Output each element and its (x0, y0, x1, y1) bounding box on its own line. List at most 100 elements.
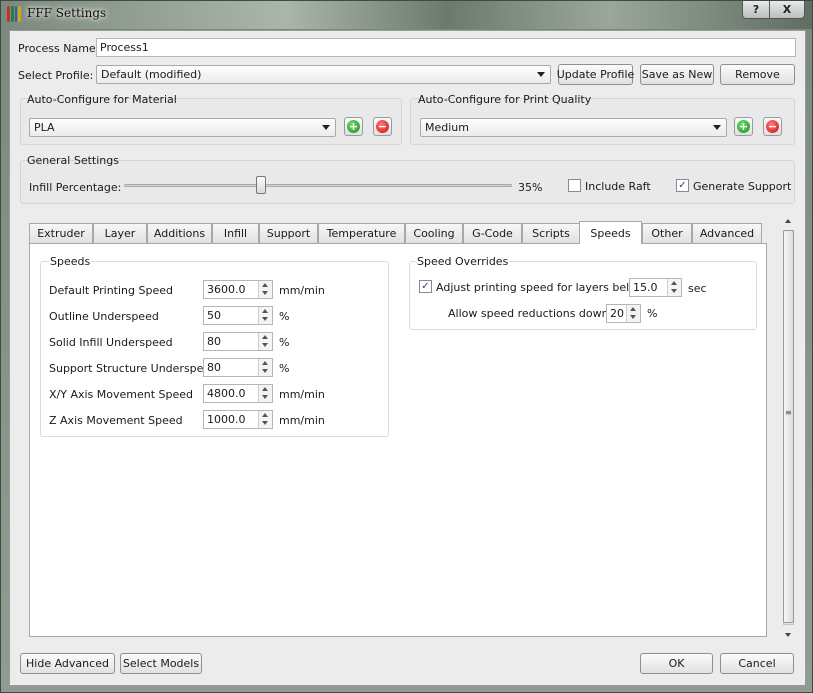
grip-icon: ≡ (785, 408, 792, 417)
allow-speed-reduction-spinbox[interactable]: 20 (606, 304, 641, 323)
scrollbar-thumb[interactable] (783, 230, 794, 623)
add-quality-button[interactable]: + (734, 117, 753, 136)
allow-speed-reduction-label: Allow speed reductions down to (448, 307, 624, 320)
cancel-button[interactable]: Cancel (720, 653, 794, 674)
select-models-button[interactable]: Select Models (120, 653, 202, 674)
material-select[interactable]: PLA (29, 118, 336, 137)
include-raft-checkbox[interactable] (568, 179, 581, 192)
material-group-title: Auto-Configure for Material (27, 93, 177, 106)
tab-additions[interactable]: Additions (147, 223, 212, 243)
spinbox-stepper[interactable] (258, 281, 272, 298)
save-as-new-button[interactable]: Save as New (640, 64, 714, 85)
tab-temperature[interactable]: Temperature (318, 223, 405, 243)
default-printing-speed-spinbox[interactable]: 3600.0 (203, 280, 273, 299)
spinbox-stepper[interactable] (626, 305, 640, 322)
process-name-input[interactable]: Process1 (96, 38, 796, 57)
outline-underspeed-label: Outline Underspeed (49, 310, 159, 323)
infill-slider-track[interactable] (124, 184, 512, 187)
title-bar[interactable]: FFF Settings ? X (1, 1, 812, 29)
speed-overrides-title: Speed Overrides (416, 255, 510, 268)
scroll-up-icon[interactable] (785, 219, 791, 223)
check-icon: ✓ (678, 180, 687, 191)
tab-gcode[interactable]: G-Code (463, 223, 522, 243)
spinbox-value: 50 (207, 309, 221, 322)
xy-axis-movement-speed-spinbox[interactable]: 4800.0 (203, 384, 273, 403)
chevron-down-icon (537, 72, 545, 77)
settings-scrollbar[interactable]: ≡ (781, 214, 796, 641)
dialog-body: Process Name: Process1 Select Profile: D… (9, 30, 806, 686)
print-quality-group-title: Auto-Configure for Print Quality (418, 93, 592, 106)
spin-up-icon (262, 309, 268, 313)
remove-profile-button[interactable]: Remove (720, 64, 795, 85)
generate-support-label: Generate Support (693, 180, 792, 193)
spin-down-icon (262, 421, 268, 425)
remove-quality-button[interactable]: − (763, 117, 782, 136)
z-axis-movement-speed-unit: mm/min (279, 414, 325, 427)
remove-icon: − (376, 120, 389, 133)
tab-infill[interactable]: Infill (212, 223, 259, 243)
spin-down-icon (262, 291, 268, 295)
spinbox-value: 1000.0 (207, 413, 246, 426)
tab-support[interactable]: Support (259, 223, 318, 243)
spinbox-stepper[interactable] (258, 333, 272, 350)
hide-advanced-button[interactable]: Hide Advanced (20, 653, 115, 674)
outline-underspeed-unit: % (279, 310, 290, 323)
general-settings-title: General Settings (27, 154, 119, 167)
spinbox-stepper[interactable] (258, 359, 272, 376)
spin-up-icon (630, 307, 636, 311)
adjust-speed-spinbox[interactable]: 15.0 (629, 278, 682, 297)
tab-scripts[interactable]: Scripts (522, 223, 580, 243)
app-icon-bar (10, 6, 14, 22)
tab-other[interactable]: Other (642, 223, 692, 243)
close-button[interactable]: X (769, 1, 805, 19)
spinbox-stepper[interactable] (258, 385, 272, 402)
support-structure-underspeed-spinbox[interactable]: 80 (203, 358, 273, 377)
app-icon (7, 6, 21, 22)
profile-select[interactable]: Default (modified) (96, 65, 551, 84)
allow-speed-reduction-unit: % (647, 307, 658, 320)
spin-down-icon (262, 369, 268, 373)
z-axis-movement-speed-spinbox[interactable]: 1000.0 (203, 410, 273, 429)
fff-settings-window: FFF Settings ? X Process Name: Process1 … (0, 0, 813, 693)
spinbox-value: 3600.0 (207, 283, 246, 296)
adjust-speed-checkbox[interactable]: ✓ (419, 280, 432, 293)
tab-layer[interactable]: Layer (93, 223, 147, 243)
adjust-speed-label: Adjust printing speed for layers below (436, 281, 645, 294)
scroll-down-icon[interactable] (785, 633, 791, 637)
spinbox-stepper[interactable] (258, 411, 272, 428)
tab-speeds[interactable]: Speeds (579, 221, 642, 244)
outline-underspeed-spinbox[interactable]: 50 (203, 306, 273, 325)
material-select-value: PLA (34, 121, 55, 134)
spinbox-value: 80 (207, 335, 221, 348)
spin-up-icon (262, 361, 268, 365)
add-icon: + (737, 120, 750, 133)
help-button[interactable]: ? (742, 1, 770, 19)
tab-cooling[interactable]: Cooling (405, 223, 463, 243)
infill-slider-handle[interactable] (256, 176, 267, 194)
adjust-speed-unit: sec (688, 282, 707, 295)
support-structure-underspeed-unit: % (279, 362, 290, 375)
tab-extruder[interactable]: Extruder (29, 223, 93, 243)
process-name-label: Process Name: (18, 42, 100, 55)
generate-support-checkbox[interactable]: ✓ (676, 179, 689, 192)
update-profile-button[interactable]: Update Profile (557, 64, 634, 85)
add-material-button[interactable]: + (344, 117, 363, 136)
print-quality-select[interactable]: Medium (420, 118, 727, 137)
window-title: FFF Settings (27, 6, 107, 20)
print-quality-select-value: Medium (425, 121, 469, 134)
spinbox-value: 4800.0 (207, 387, 246, 400)
ok-button[interactable]: OK (640, 653, 713, 674)
infill-percentage-label: Infill Percentage: (29, 181, 122, 194)
xy-axis-movement-speed-label: X/Y Axis Movement Speed (49, 388, 194, 401)
spinbox-stepper[interactable] (258, 307, 272, 324)
spin-up-icon (262, 387, 268, 391)
tab-advanced[interactable]: Advanced (692, 223, 762, 243)
spin-up-icon (262, 335, 268, 339)
remove-material-button[interactable]: − (373, 117, 392, 136)
solid-infill-underspeed-spinbox[interactable]: 80 (203, 332, 273, 351)
default-printing-speed-unit: mm/min (279, 284, 325, 297)
xy-axis-movement-speed-unit: mm/min (279, 388, 325, 401)
spinbox-stepper[interactable] (667, 279, 681, 296)
default-printing-speed-label: Default Printing Speed (49, 284, 173, 297)
solid-infill-underspeed-unit: % (279, 336, 290, 349)
